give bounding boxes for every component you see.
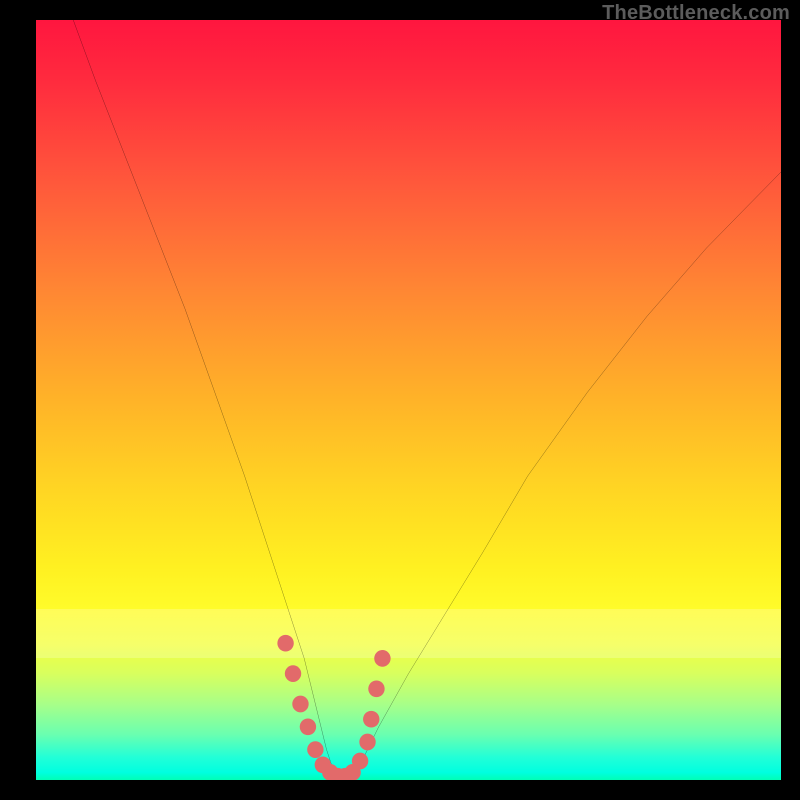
marker-dot bbox=[352, 753, 368, 770]
marker-dot bbox=[285, 665, 301, 682]
marker-dot bbox=[368, 680, 384, 697]
chart-plot-area bbox=[36, 20, 781, 780]
marker-dot bbox=[374, 650, 390, 667]
bottleneck-curve bbox=[36, 20, 781, 780]
marker-dot bbox=[363, 711, 379, 728]
watermark-text: TheBottleneck.com bbox=[602, 2, 790, 25]
marker-dot bbox=[359, 734, 375, 751]
marker-dot bbox=[300, 718, 316, 735]
marker-dot bbox=[292, 696, 308, 713]
marker-dot bbox=[277, 635, 293, 652]
curve-line bbox=[73, 20, 781, 780]
highlight-markers bbox=[277, 635, 390, 780]
marker-dot bbox=[307, 741, 323, 758]
